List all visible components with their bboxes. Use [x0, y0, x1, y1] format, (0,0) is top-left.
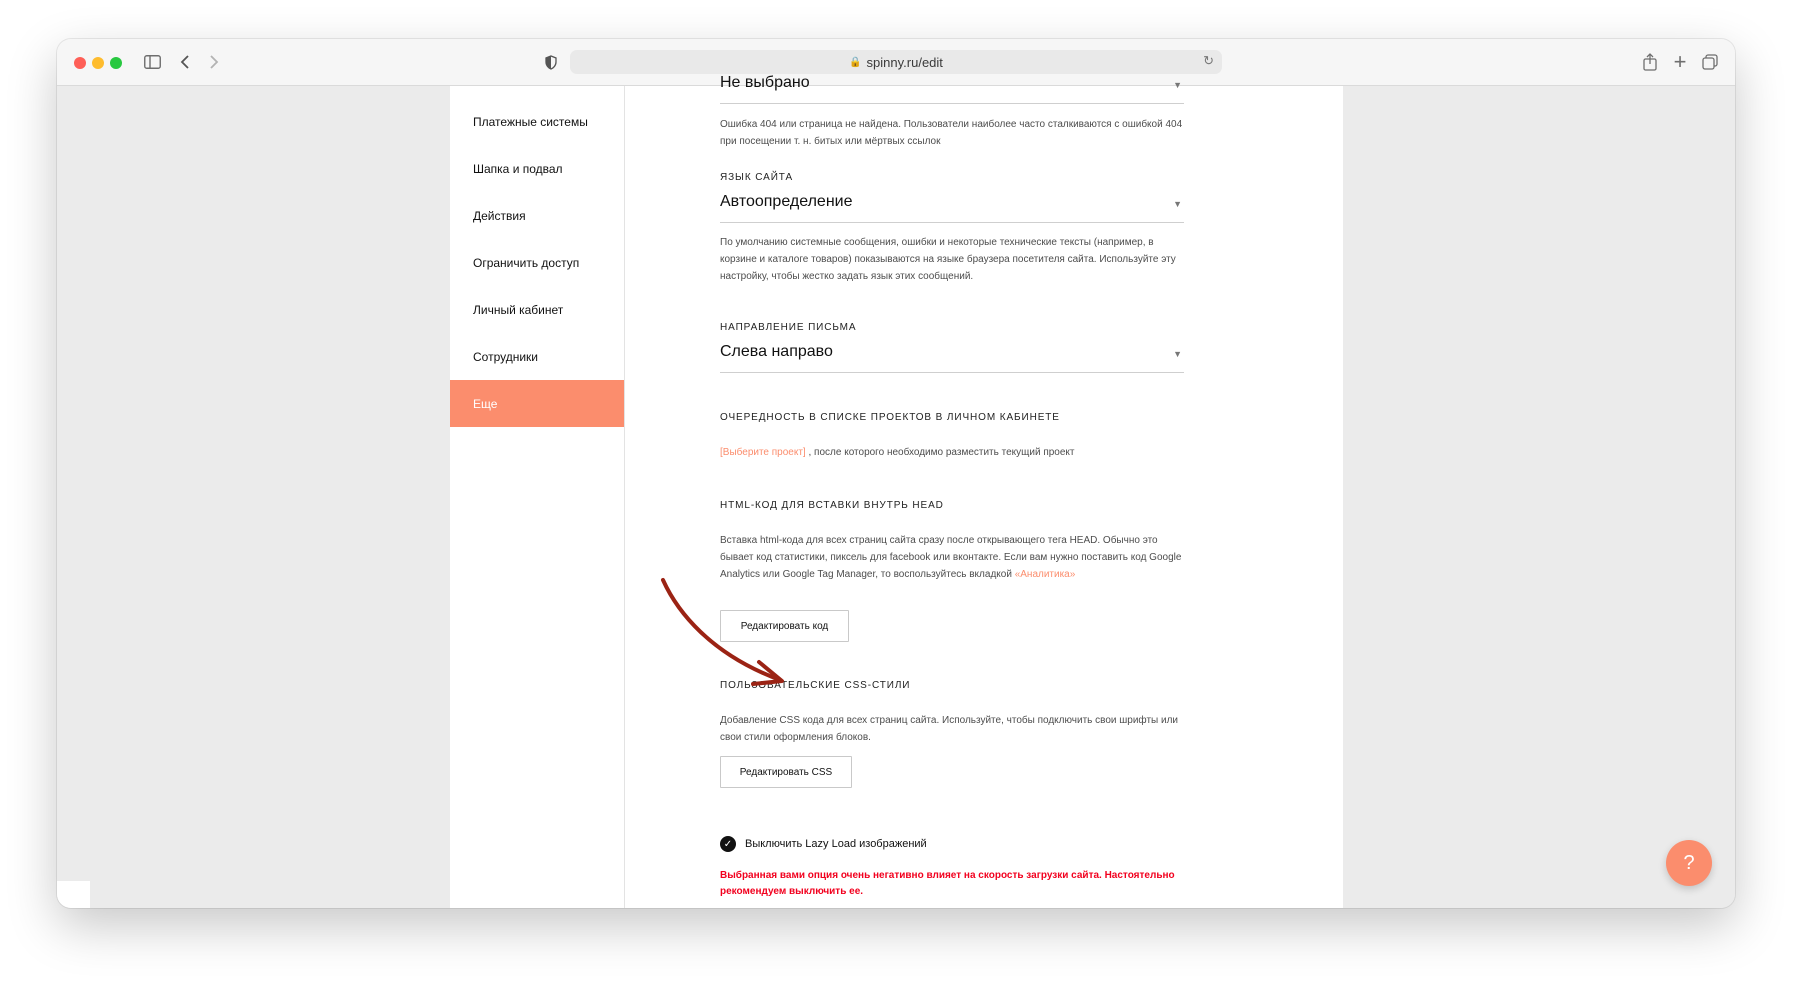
- browser-window: 🔒 spinny.ru/edit ↻ + Платежные системы Ш…: [57, 39, 1735, 908]
- select-value: Слева направо: [720, 343, 833, 360]
- order-text: , после которого необходимо разместить т…: [805, 447, 1075, 458]
- corner-block: [57, 881, 90, 908]
- zoom-window-button[interactable]: [110, 57, 122, 69]
- sidebar-item-more[interactable]: Еще: [450, 380, 624, 427]
- direction-select[interactable]: Слева направо ▼: [720, 339, 1184, 373]
- minimize-window-button[interactable]: [92, 57, 104, 69]
- lazy-load-warning: Выбранная вами опция очень негативно вли…: [720, 870, 1175, 897]
- chevron-down-icon: ▼: [1173, 199, 1182, 209]
- chevron-down-icon: ▼: [1173, 80, 1182, 90]
- help-button[interactable]: ?: [1666, 840, 1712, 886]
- select-value: Автоопределение: [720, 193, 853, 210]
- order-hint: [Выберите проект] , после которого необх…: [720, 444, 1190, 461]
- edit-css-button[interactable]: Редактировать CSS: [720, 756, 852, 788]
- checkmark-icon: ✓: [720, 836, 736, 852]
- share-icon[interactable]: [1639, 51, 1661, 73]
- language-label: Язык сайта: [720, 172, 794, 183]
- lazy-load-label: Выключить Lazy Load изображений: [745, 838, 927, 850]
- sidebar-item-label: Еще: [473, 396, 498, 411]
- chevron-down-icon: ▼: [1173, 349, 1182, 359]
- lazy-load-checkbox[interactable]: ✓ Выключить Lazy Load изображений: [720, 836, 927, 852]
- settings-sidebar: Платежные системы Шапка и подвал Действи…: [450, 86, 625, 908]
- privacy-shield-icon[interactable]: [540, 51, 562, 73]
- sidebar-item-label: Сотрудники: [473, 349, 538, 364]
- page-404-select[interactable]: Не выбрано ▼: [720, 70, 1184, 104]
- forward-icon[interactable]: [203, 51, 225, 73]
- tab-overview-icon[interactable]: [1699, 51, 1721, 73]
- direction-label: Направление письма: [720, 322, 857, 333]
- analytics-link[interactable]: «Аналитика»: [1015, 569, 1076, 580]
- sidebar-item-header-footer[interactable]: Шапка и подвал: [450, 145, 624, 192]
- choose-project-link[interactable]: [Выберите проект]: [720, 447, 806, 458]
- new-tab-icon[interactable]: +: [1669, 51, 1691, 73]
- order-label: Очередность в списке проектов в личном к…: [720, 412, 1060, 423]
- settings-main-panel: Не выбрано ▼ Ошибка 404 или страница не …: [625, 74, 1343, 908]
- sidebar-toggle-icon[interactable]: [141, 51, 163, 73]
- language-select[interactable]: Автоопределение ▼: [720, 189, 1184, 223]
- head-html-label: HTML-код для вставки внутрь HEAD: [720, 500, 944, 511]
- sidebar-item-payment-systems[interactable]: Платежные системы: [450, 98, 624, 145]
- sidebar-item-actions[interactable]: Действия: [450, 192, 624, 239]
- sidebar-item-employees[interactable]: Сотрудники: [450, 333, 624, 380]
- reload-icon[interactable]: ↻: [1203, 53, 1214, 69]
- language-hint: По умолчанию системные сообщения, ошибки…: [720, 237, 1176, 282]
- head-html-hint-text: Вставка html-кода для всех страниц сайта…: [720, 535, 1182, 580]
- page-content: Платежные системы Шапка и подвал Действи…: [57, 74, 1735, 908]
- close-window-button[interactable]: [74, 57, 86, 69]
- sidebar-item-label: Шапка и подвал: [473, 161, 563, 176]
- sidebar-item-label: Действия: [473, 208, 526, 223]
- url-text: spinny.ru/edit: [866, 54, 943, 70]
- sidebar-item-label: Платежные системы: [473, 114, 588, 129]
- sidebar-item-label: Ограничить доступ: [473, 255, 580, 270]
- question-icon: ?: [1683, 851, 1695, 874]
- css-hint: Добавление CSS кода для всех страниц сай…: [720, 715, 1178, 743]
- sidebar-item-label: Личный кабинет: [473, 302, 564, 317]
- sidebar-item-personal-account[interactable]: Личный кабинет: [450, 286, 624, 333]
- back-icon[interactable]: [174, 51, 196, 73]
- annotation-arrow-icon: [661, 578, 784, 686]
- select-value: Не выбрано: [720, 74, 810, 91]
- sidebar-item-restrict-access[interactable]: Ограничить доступ: [450, 239, 624, 286]
- lock-icon: 🔒: [849, 56, 862, 68]
- page-404-hint: Ошибка 404 или страница не найдена. Поль…: [720, 119, 1183, 147]
